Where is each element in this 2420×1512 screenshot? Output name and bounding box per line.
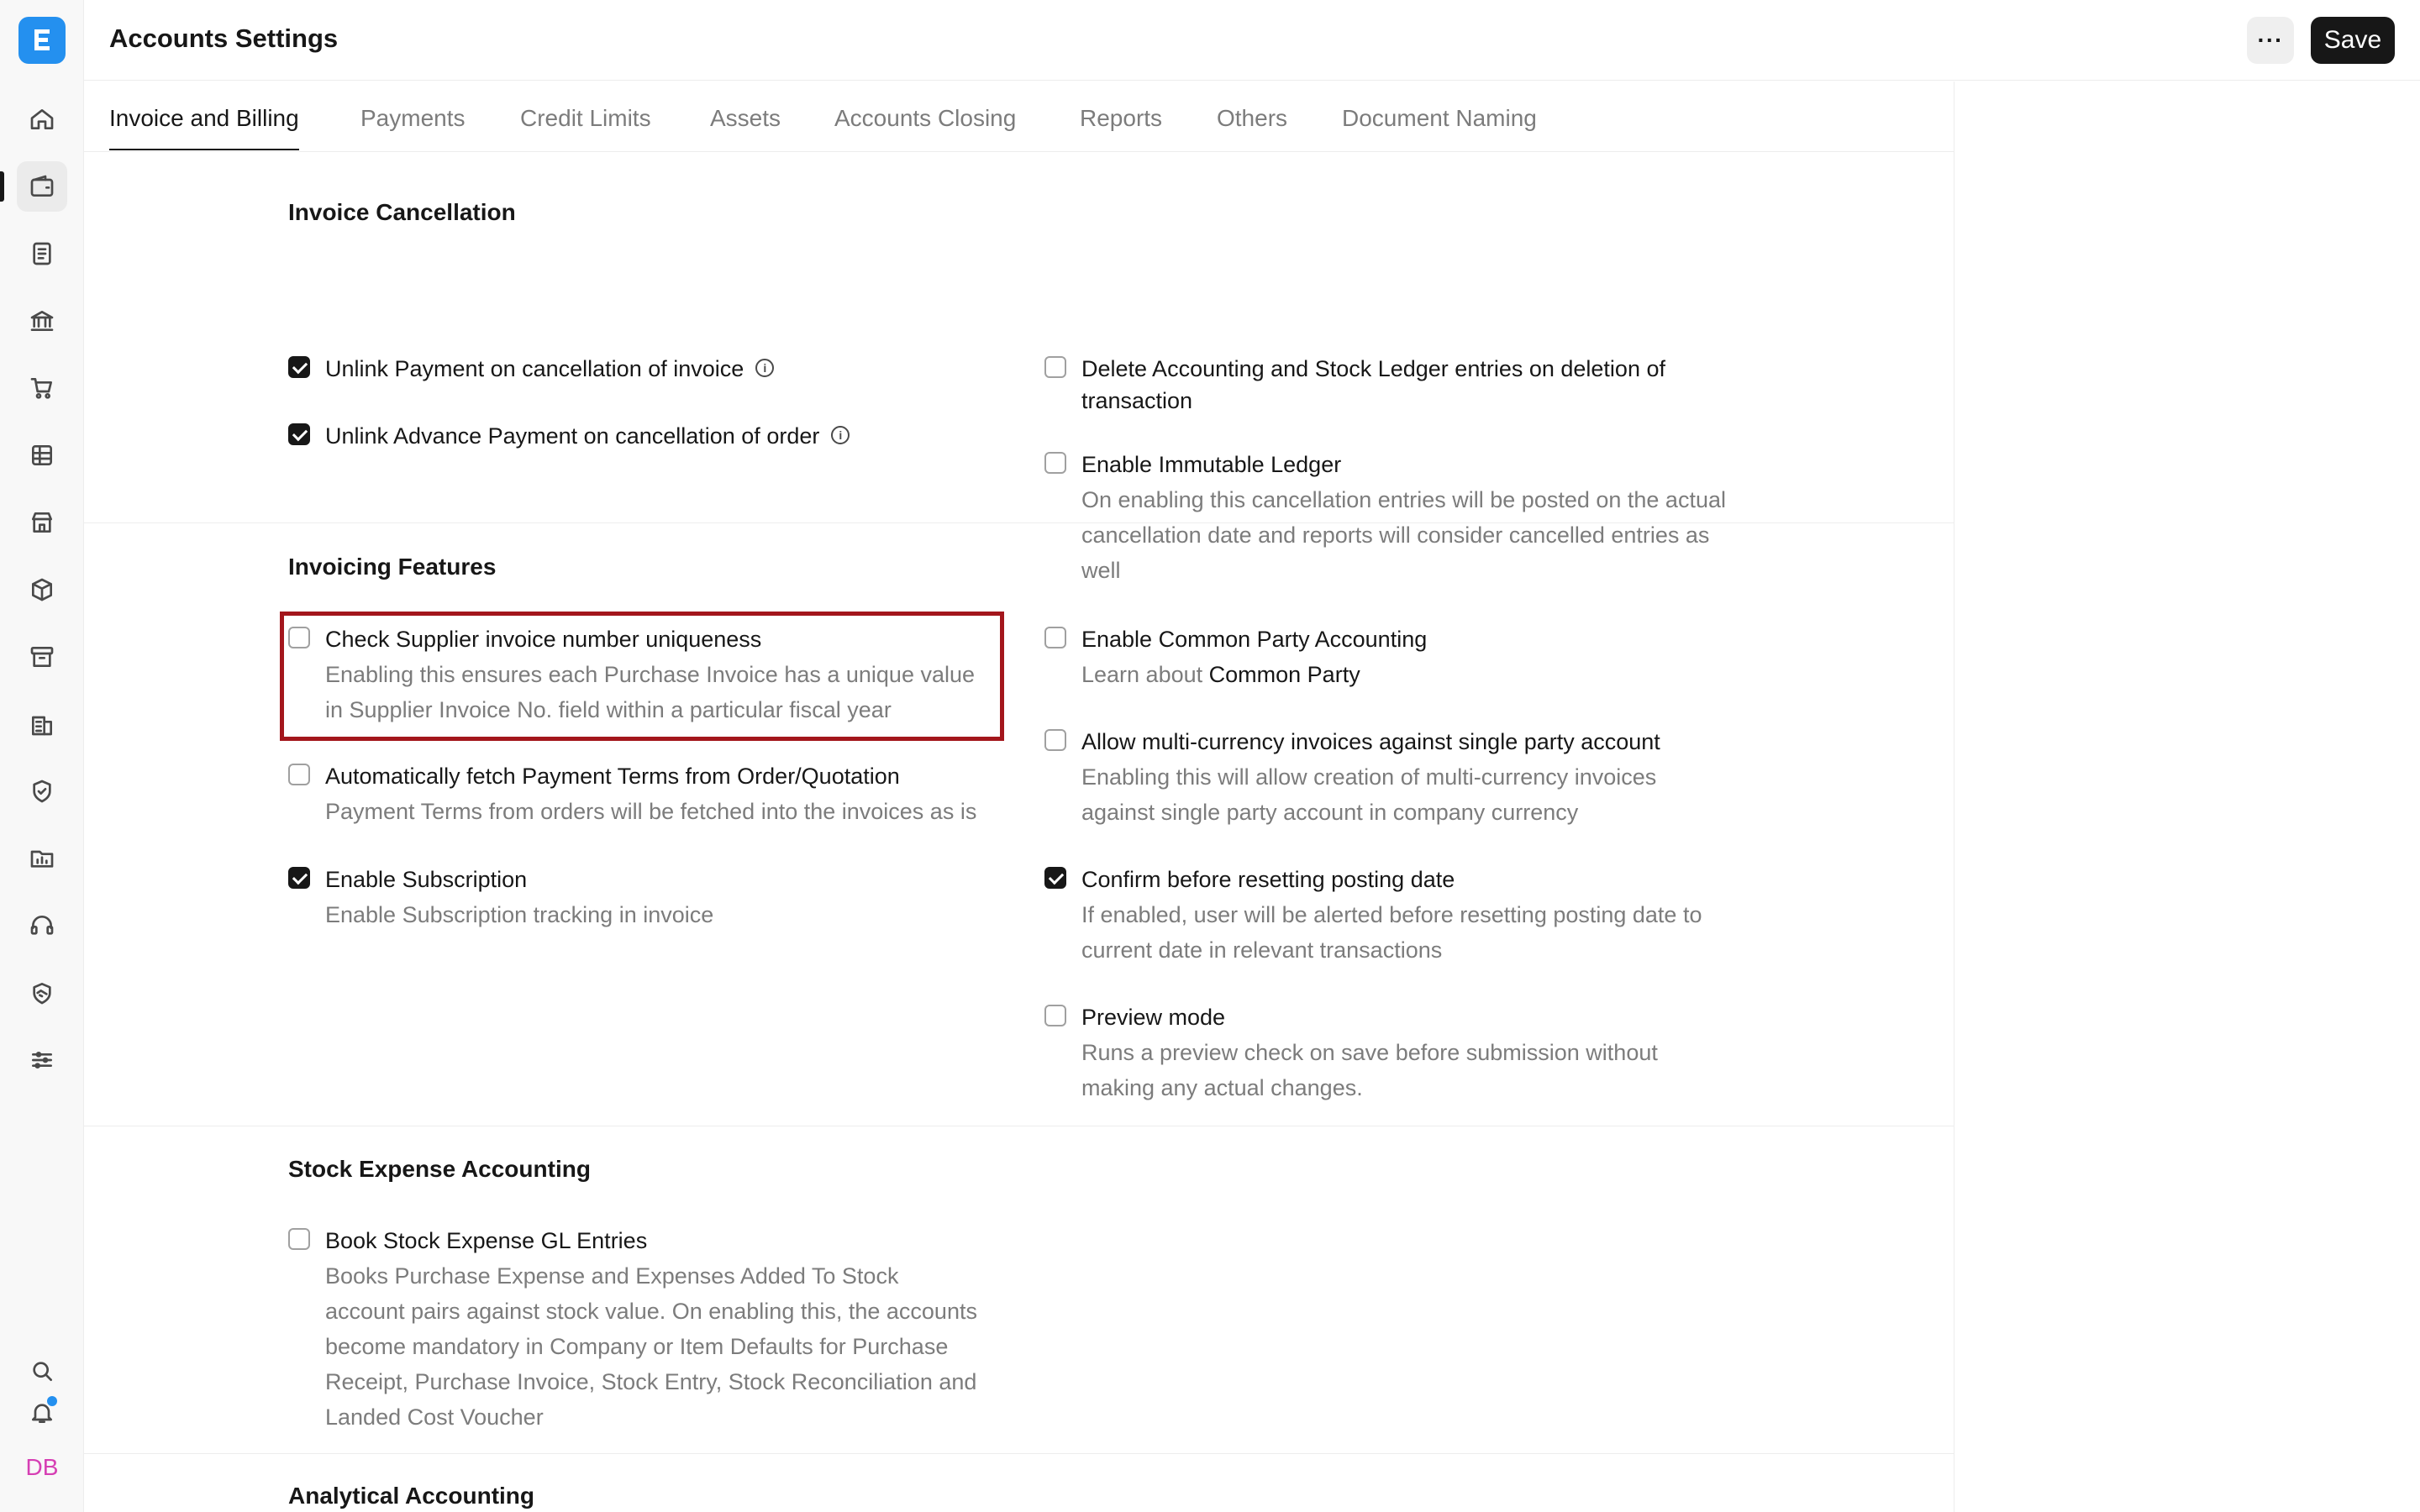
field-label: Unlink Advance Payment on cancellation o… (325, 423, 820, 449)
checkbox[interactable] (1044, 867, 1066, 889)
save-button[interactable]: Save (2311, 17, 2395, 64)
field-description: Enabling this will allow creation of mul… (1081, 764, 1657, 825)
archive-icon[interactable] (17, 632, 67, 682)
bell-icon[interactable] (17, 1388, 67, 1438)
field-description: If enabled, user will be alerted before … (1081, 902, 1702, 963)
tab-assets[interactable]: Assets (710, 105, 781, 132)
checkbox[interactable] (288, 867, 310, 889)
field-description: Learn about Common Party (1081, 662, 1360, 687)
tab-accounts-closing[interactable]: Accounts Closing (834, 105, 1016, 132)
field-label: Book Stock Expense GL Entries (325, 1228, 648, 1253)
checkbox[interactable] (1044, 452, 1066, 474)
field-description: On enabling this cancellation entries wi… (1081, 487, 1726, 583)
sidebar: DB (0, 0, 84, 1512)
more-options-button[interactable]: ··· (2247, 17, 2294, 64)
highlight-box (280, 612, 1004, 741)
field-label: Enable Immutable Ledger (1081, 452, 1342, 477)
section-title-invoice-cancellation: Invoice Cancellation (288, 199, 516, 225)
tab-bar: Invoice and Billing Payments Credit Limi… (84, 81, 1954, 152)
settings-form: Invoice and Billing Payments Credit Limi… (84, 81, 1954, 1512)
table-icon[interactable] (17, 430, 67, 480)
field-description: Runs a preview check on save before subm… (1081, 1040, 1658, 1100)
preview-mode-checkbox[interactable]: Preview mode Runs a preview check on sav… (1044, 1001, 1801, 1100)
wallet-icon[interactable] (0, 161, 67, 212)
confirm-before-resetting-posting-date-checkbox[interactable]: Confirm before resetting posting date If… (1044, 864, 1801, 963)
field-label: Allow multi-currency invoices against si… (1081, 729, 1660, 754)
building-icon[interactable] (17, 699, 67, 749)
tab-invoice-and-billing[interactable]: Invoice and Billing (109, 105, 299, 150)
folder-chart-icon[interactable] (17, 833, 67, 884)
tab-credit-limits[interactable]: Credit Limits (520, 105, 651, 132)
delete-ledger-entries-checkbox[interactable]: Delete Accounting and Stock Ledger entri… (1044, 353, 1767, 420)
handshake-icon[interactable] (17, 968, 67, 1018)
section-title-analytical-accounting: Analytical Accounting (288, 1483, 535, 1509)
checkbox[interactable] (1044, 627, 1066, 648)
section-divider (84, 522, 1954, 523)
checkbox[interactable] (1044, 729, 1066, 751)
cart-icon[interactable] (17, 363, 67, 413)
auto-fetch-payment-terms-checkbox[interactable]: Automatically fetch Payment Terms from O… (288, 760, 1044, 827)
unlink-payment-checkbox[interactable]: Unlink Payment on cancellation of invoic… (288, 353, 960, 386)
tab-reports[interactable]: Reports (1080, 105, 1162, 132)
checkbox[interactable] (288, 356, 310, 378)
avatar[interactable]: DB (17, 1446, 67, 1488)
section-divider (84, 1453, 1954, 1454)
document-icon[interactable] (17, 228, 67, 279)
field-label: Automatically fetch Payment Terms from O… (325, 764, 900, 789)
checkbox[interactable] (288, 423, 310, 445)
field-label: Enable Subscription (325, 867, 528, 892)
home-icon[interactable] (17, 94, 67, 144)
checkbox[interactable] (288, 1228, 310, 1250)
info-icon[interactable]: i (755, 358, 775, 377)
multi-currency-invoices-checkbox[interactable]: Allow multi-currency invoices against si… (1044, 726, 1801, 825)
unlink-advance-payment-checkbox[interactable]: Unlink Advance Payment on cancellation o… (288, 420, 1002, 454)
field-description: Payment Terms from orders will be fetche… (325, 799, 977, 824)
field-label: Preview mode (1081, 1005, 1226, 1030)
headset-icon[interactable] (17, 900, 67, 951)
shield-icon[interactable] (17, 766, 67, 816)
field-description: Enable Subscription tracking in invoice (325, 902, 714, 927)
app-logo-icon[interactable] (18, 17, 66, 64)
bank-icon[interactable] (17, 296, 67, 346)
box-icon[interactable] (17, 564, 67, 615)
book-stock-expense-gl-checkbox[interactable]: Book Stock Expense GL Entries Books Purc… (288, 1225, 1044, 1430)
common-party-link[interactable]: Common Party (1209, 662, 1360, 687)
field-label: Delete Accounting and Stock Ledger entri… (1081, 356, 1665, 413)
page-title: Accounts Settings (109, 24, 339, 53)
field-label: Confirm before resetting posting date (1081, 867, 1455, 892)
field-label: Enable Common Party Accounting (1081, 627, 1428, 652)
field-label: Unlink Payment on cancellation of invoic… (325, 356, 744, 381)
sliders-icon[interactable] (17, 1035, 67, 1085)
tab-others[interactable]: Others (1217, 105, 1287, 132)
common-party-accounting-checkbox[interactable]: Enable Common Party Accounting Learn abo… (1044, 623, 1767, 690)
immutable-ledger-checkbox[interactable]: Enable Immutable Ledger On enabling this… (1044, 449, 1767, 591)
store-icon[interactable] (17, 497, 67, 548)
tab-document-naming[interactable]: Document Naming (1342, 105, 1537, 132)
section-title-invoicing-features: Invoicing Features (288, 554, 497, 580)
field-description: Books Purchase Expense and Expenses Adde… (325, 1263, 977, 1430)
notification-dot (47, 1396, 57, 1406)
checkbox[interactable] (1044, 1005, 1066, 1026)
section-title-stock-expense-accounting: Stock Expense Accounting (288, 1156, 591, 1182)
checkbox[interactable] (1044, 356, 1066, 378)
tab-payments[interactable]: Payments (360, 105, 466, 132)
page-header: Accounts Settings ··· Save (84, 0, 2420, 81)
info-icon[interactable]: i (831, 425, 850, 444)
checkbox[interactable] (288, 764, 310, 785)
enable-subscription-checkbox[interactable]: Enable Subscription Enable Subscription … (288, 864, 960, 931)
